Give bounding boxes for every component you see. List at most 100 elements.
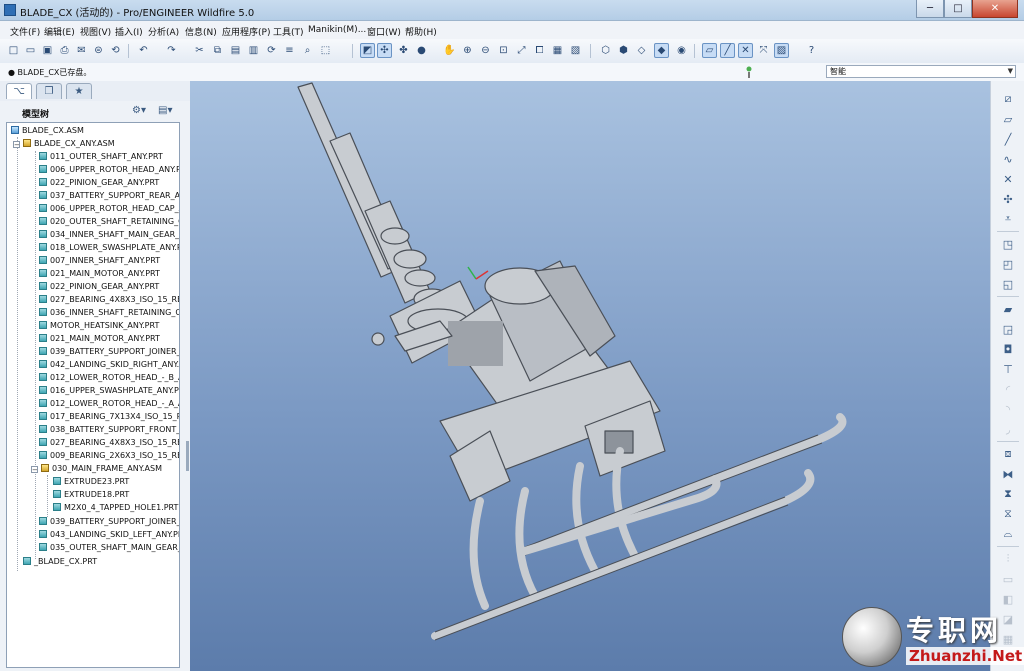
datum-plane-icon[interactable]: ⧄ <box>1000 91 1016 107</box>
datum-point-offset-icon[interactable]: ✣ <box>1000 191 1016 207</box>
saved-views-icon[interactable]: ⧠ <box>532 43 547 58</box>
context-help-icon[interactable]: ? <box>804 43 819 58</box>
minimize-button[interactable]: ─ <box>916 0 944 18</box>
appearance-icon[interactable]: ● <box>414 43 429 58</box>
offset-icon[interactable]: ⫶ <box>1000 551 1016 567</box>
close-button[interactable]: ✕ <box>972 0 1018 18</box>
regenerate-icon[interactable]: ⟲ <box>108 43 123 58</box>
shell-icon[interactable]: ◞ <box>1000 421 1016 437</box>
datum-points-icon[interactable]: ✕ <box>738 43 753 58</box>
trim-icon[interactable]: ⧖ <box>1000 506 1016 522</box>
draft-icon[interactable]: ⊤ <box>1000 361 1016 377</box>
email-link-icon[interactable]: ⊜ <box>91 43 106 58</box>
menu-insert[interactable]: 插入(I) <box>115 25 143 38</box>
tree-item[interactable]: 020_OUTER_SHAFT_RETAINING_CO <box>39 215 179 228</box>
tree-item[interactable]: 012_LOWER_ROTOR_HEAD_-_A_ANY <box>39 397 179 410</box>
save-icon[interactable]: ▣ <box>40 43 55 58</box>
menu-view[interactable]: 视图(V) <box>80 25 111 38</box>
tree-item[interactable]: 021_MAIN_MOTOR_ANY.PRT <box>39 332 160 345</box>
menu-analysis[interactable]: 分析(A) <box>148 25 179 38</box>
tree-item[interactable]: 037_BATTERY_SUPPORT_REAR_ANY <box>39 189 179 202</box>
enhanced-realism-icon[interactable]: ◉ <box>674 43 689 58</box>
tree-item[interactable]: 036_INNER_SHAFT_RETAINING_CO <box>39 306 179 319</box>
collapse-toggle[interactable]: − <box>13 141 20 149</box>
pan-hand-icon[interactable]: ✋ <box>442 43 457 58</box>
tree-item[interactable]: EXTRUDE18.PRT <box>53 488 129 501</box>
panel-splitter[interactable] <box>186 441 189 471</box>
tree-item[interactable]: 027_BEARING_4X8X3_ISO_15_RBE <box>39 436 179 449</box>
extrude-icon[interactable]: ▰ <box>1000 301 1016 317</box>
hole-icon[interactable]: ◘ <box>1000 341 1016 357</box>
tree-item[interactable]: 017_BEARING_7X13X4_ISO_15_RBE <box>39 410 179 423</box>
coordinate-systems-icon[interactable]: ⤧ <box>756 43 771 58</box>
tree-item[interactable]: 009_BEARING_2X6X3_ISO_15_RBE <box>39 449 179 462</box>
coordinate-system-icon[interactable]: ⩡ <box>1000 211 1016 227</box>
settings-icon[interactable]: ⚙▾ <box>132 105 146 116</box>
open-folder-icon[interactable]: ▭ <box>23 43 38 58</box>
smart-filter-select[interactable]: 智能 ▼ <box>826 65 1016 78</box>
extend-icon[interactable]: ⌓ <box>1000 526 1016 542</box>
tree-item[interactable]: EXTRUDE23.PRT <box>53 475 129 488</box>
tree-item[interactable]: 016_UPPER_SWASHPLATE_ANY.PRT <box>39 384 179 397</box>
tree-item[interactable]: 042_LANDING_SKID_RIGHT_ANY.PR <box>39 358 179 371</box>
menu-edit[interactable]: 编辑(E) <box>44 25 75 38</box>
paste-special-icon[interactable]: ▥ <box>246 43 261 58</box>
datum-plane-icon[interactable]: ▱ <box>1000 111 1016 127</box>
round-icon[interactable]: ◜ <box>1000 381 1016 397</box>
spin-center-icon[interactable]: ✣ <box>377 43 392 58</box>
tree-item[interactable]: 012_LOWER_ROTOR_HEAD_-_B_ANY <box>39 371 179 384</box>
tree-item[interactable]: 027_BEARING_4X8X3_ISO_15_RBE <box>39 293 179 306</box>
thicken-icon[interactable]: ▭ <box>1000 571 1016 587</box>
tree-item[interactable]: 006_UPPER_ROTOR_HEAD_ANY.PRT <box>39 163 179 176</box>
menu-window[interactable]: 窗口(W) <box>367 25 401 38</box>
datum-point-icon[interactable]: ✕ <box>1000 171 1016 187</box>
zoom-in-icon[interactable]: ⊕ <box>460 43 475 58</box>
tab-favorites[interactable]: ★ <box>66 83 92 99</box>
create-component-icon[interactable]: ◰ <box>1000 256 1016 272</box>
menu-info[interactable]: 信息(N) <box>185 25 217 38</box>
show-icon[interactable]: ▤▾ <box>158 105 172 116</box>
wireframe-icon[interactable]: ⬡ <box>598 43 613 58</box>
datum-axes-icon[interactable]: ╱ <box>720 43 735 58</box>
find-icon[interactable]: ⌕ <box>300 43 315 58</box>
datum-axis-icon[interactable]: ╱ <box>1000 131 1016 147</box>
print-icon[interactable]: ⎙ <box>57 43 72 58</box>
revolve-icon[interactable]: ◲ <box>1000 321 1016 337</box>
maximize-button[interactable]: □ <box>944 0 972 18</box>
tree-item[interactable]: 018_LOWER_SWASHPLATE_ANY.PRT <box>39 241 179 254</box>
datum-planes-icon[interactable]: ▱ <box>702 43 717 58</box>
redo-icon[interactable]: ↷ <box>164 43 179 58</box>
mirror-icon[interactable]: ⧓ <box>1000 466 1016 482</box>
datum-curve-icon[interactable]: ∿ <box>1000 151 1016 167</box>
tree-subassembly[interactable]: BLADE_CX_ANY.ASM <box>23 137 115 150</box>
refit-icon[interactable]: ⊡ <box>496 43 511 58</box>
tree-item[interactable]: 007_INNER_SHAFT_ANY.PRT <box>39 254 160 267</box>
tree-item[interactable]: M2X0_4_TAPPED_HOLE1.PRT <box>53 501 178 514</box>
zoom-out-icon[interactable]: ⊖ <box>478 43 493 58</box>
tree-item[interactable]: 022_PINION_GEAR_ANY.PRT <box>39 176 159 189</box>
tree-item[interactable]: 043_LANDING_SKID_LEFT_ANY.PRT <box>39 528 179 541</box>
regenerate-model-icon[interactable]: ⟳ <box>264 43 279 58</box>
hidden-line-icon[interactable]: ⬢ <box>616 43 631 58</box>
cut-icon[interactable]: ✂ <box>192 43 207 58</box>
tree-item[interactable]: 034_INNER_SHAFT_MAIN_GEAR_AN <box>39 228 179 241</box>
tab-model-tree[interactable]: ⌥ <box>6 83 32 99</box>
menu-manikin[interactable]: Manikin(M)... <box>308 25 366 35</box>
paste-icon[interactable]: ▤ <box>228 43 243 58</box>
tree-item[interactable]: 011_OUTER_SHAFT_ANY.PRT <box>39 150 163 163</box>
tree-item[interactable]: 038_BATTERY_SUPPORT_FRONT_AN <box>39 423 179 436</box>
tree-item[interactable]: 022_PINION_GEAR_ANY.PRT <box>39 280 159 293</box>
package-icon[interactable]: ◱ <box>1000 276 1016 292</box>
menu-file[interactable]: 文件(F) <box>10 25 40 38</box>
shading-icon[interactable]: ◆ <box>654 43 669 58</box>
chamfer-icon[interactable]: ◝ <box>1000 401 1016 417</box>
pattern-icon[interactable]: ⧈ <box>1000 446 1016 462</box>
tree-item[interactable]: _BLADE_CX.PRT <box>23 555 97 568</box>
copy-icon[interactable]: ⧉ <box>210 43 225 58</box>
tree-item[interactable]: 039_BATTERY_SUPPORT_JOINER_A <box>39 345 179 358</box>
annotations-icon[interactable]: ▨ <box>774 43 789 58</box>
tree-item[interactable]: 006_UPPER_ROTOR_HEAD_CAP_ANY <box>39 202 179 215</box>
undo-icon[interactable]: ↶ <box>136 43 151 58</box>
orient-mode-icon[interactable]: ✤ <box>396 43 411 58</box>
tree-item[interactable]: 035_OUTER_SHAFT_MAIN_GEAR_AN <box>39 541 179 554</box>
